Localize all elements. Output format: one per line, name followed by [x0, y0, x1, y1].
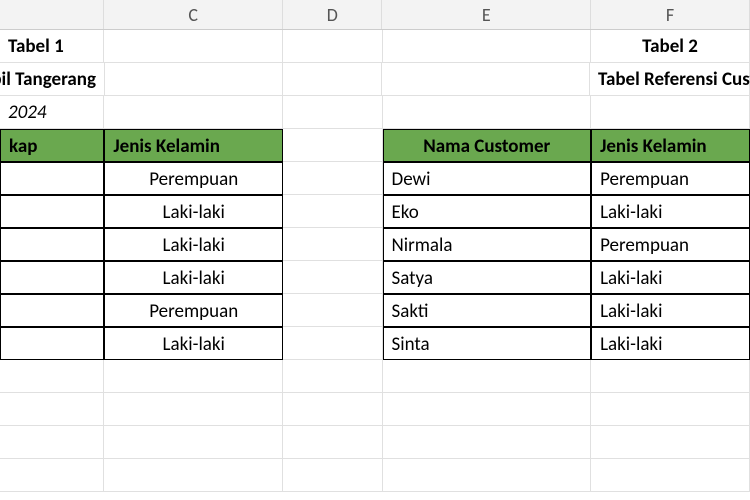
- cell[interactable]: [104, 459, 283, 492]
- tabel2-jk[interactable]: Laki-laki: [591, 294, 750, 327]
- tabel1-title[interactable]: Tabel 1: [0, 30, 104, 63]
- cell[interactable]: [283, 360, 382, 393]
- cell[interactable]: [283, 261, 382, 294]
- grid: Tabel 1 Tabel 2 n Service Mobil Tangeran…: [0, 30, 750, 492]
- column-headers-row: C D E F: [0, 0, 750, 30]
- tabel2-title[interactable]: Tabel 2: [591, 30, 750, 63]
- cell[interactable]: [382, 63, 590, 96]
- cell[interactable]: [383, 393, 592, 426]
- cell[interactable]: [0, 459, 104, 492]
- column-header-c[interactable]: C: [104, 0, 283, 29]
- tabel1-nama[interactable]: [0, 162, 104, 195]
- cell[interactable]: [104, 360, 283, 393]
- tabel1-header-nama[interactable]: kap: [0, 129, 104, 162]
- cell[interactable]: [283, 162, 382, 195]
- cell[interactable]: [104, 96, 283, 129]
- cell[interactable]: [591, 360, 750, 393]
- cell[interactable]: [283, 228, 382, 261]
- cell[interactable]: [0, 360, 104, 393]
- cell[interactable]: [104, 426, 283, 459]
- tabel2-jk[interactable]: Laki-laki: [591, 327, 750, 360]
- tabel2-jk[interactable]: Perempuan: [591, 228, 750, 261]
- tabel1-jk[interactable]: Perempuan: [104, 162, 283, 195]
- tabel2-nama[interactable]: Eko: [383, 195, 592, 228]
- cell[interactable]: [591, 393, 750, 426]
- tabel1-year[interactable]: 2024: [0, 96, 104, 129]
- tabel2-nama[interactable]: Sinta: [383, 327, 592, 360]
- tabel1-nama[interactable]: [0, 228, 104, 261]
- cell[interactable]: [591, 96, 750, 129]
- cell[interactable]: [383, 426, 592, 459]
- column-header-d[interactable]: D: [283, 0, 382, 29]
- tabel2-nama[interactable]: Nirmala: [383, 228, 592, 261]
- cell[interactable]: [0, 393, 104, 426]
- column-header-e[interactable]: E: [382, 0, 591, 29]
- tabel2-header-jk[interactable]: Jenis Kelamin: [591, 129, 750, 162]
- cell[interactable]: [383, 30, 592, 63]
- tabel2-nama[interactable]: Sakti: [383, 294, 592, 327]
- tabel1-jk[interactable]: Laki-laki: [104, 195, 283, 228]
- tabel1-jk[interactable]: Laki-laki: [104, 261, 283, 294]
- cell[interactable]: [283, 294, 382, 327]
- tabel2-nama[interactable]: Satya: [383, 261, 592, 294]
- column-header-f[interactable]: F: [591, 0, 750, 29]
- tabel1-jk[interactable]: Laki-laki: [104, 327, 283, 360]
- tabel2-nama[interactable]: Dewi: [383, 162, 592, 195]
- tabel1-jk[interactable]: Laki-laki: [104, 228, 283, 261]
- cell[interactable]: [283, 30, 382, 63]
- tabel1-nama[interactable]: [0, 195, 104, 228]
- cell[interactable]: [283, 393, 382, 426]
- cell[interactable]: [283, 129, 382, 162]
- tabel1-subtitle[interactable]: n Service Mobil Tangerang: [0, 63, 105, 96]
- tabel1-nama[interactable]: [0, 261, 104, 294]
- column-header-b[interactable]: [0, 0, 104, 29]
- cell[interactable]: [283, 63, 382, 96]
- cell[interactable]: [105, 63, 283, 96]
- cell[interactable]: [283, 426, 382, 459]
- cell[interactable]: [283, 459, 382, 492]
- tabel2-jk[interactable]: Laki-laki: [591, 261, 750, 294]
- tabel2-jk[interactable]: Perempuan: [591, 162, 750, 195]
- cell[interactable]: [591, 459, 750, 492]
- cell[interactable]: [283, 195, 382, 228]
- tabel2-subtitle[interactable]: Tabel Referensi Custo: [590, 63, 750, 96]
- cell[interactable]: [283, 96, 382, 129]
- cell[interactable]: [383, 360, 592, 393]
- spreadsheet: C D E F Tabel 1 Tabel 2 n Service Mobil …: [0, 0, 750, 500]
- tabel2-header-nama[interactable]: Nama Customer: [383, 129, 592, 162]
- cell[interactable]: [383, 96, 592, 129]
- tabel1-nama[interactable]: [0, 294, 104, 327]
- tabel2-jk[interactable]: Laki-laki: [591, 195, 750, 228]
- cell[interactable]: [104, 393, 283, 426]
- cell[interactable]: [591, 426, 750, 459]
- tabel1-jk[interactable]: Perempuan: [104, 294, 283, 327]
- tabel1-header-jk[interactable]: Jenis Kelamin: [104, 129, 283, 162]
- cell[interactable]: [0, 426, 104, 459]
- cell[interactable]: [283, 327, 382, 360]
- cell[interactable]: [383, 459, 592, 492]
- tabel1-nama[interactable]: [0, 327, 104, 360]
- cell[interactable]: [104, 30, 283, 63]
